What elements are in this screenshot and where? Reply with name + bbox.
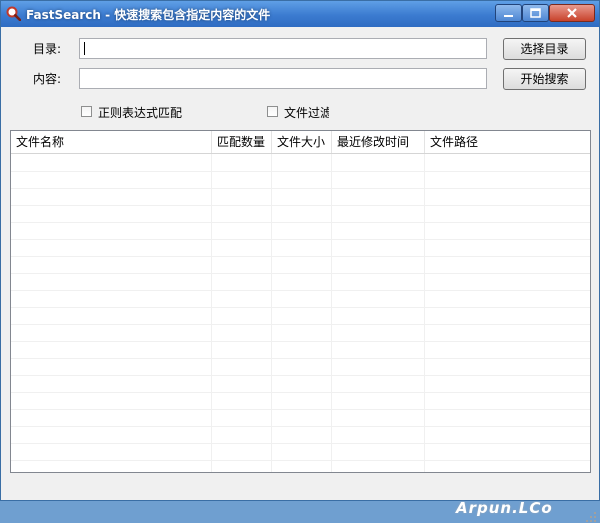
grid-line [11,375,590,376]
minimize-icon [504,15,513,17]
start-search-button[interactable]: 开始搜索 [503,68,586,90]
magnifier-icon [6,6,21,21]
grid-line [11,205,590,206]
grid-line [271,154,272,472]
directory-input[interactable] [79,38,487,59]
grid-line [11,273,590,274]
column-modified-time[interactable]: 最近修改时间 [332,131,425,153]
grid-line [11,409,590,410]
regex-checkbox-label: 正则表达式匹配 [98,106,183,120]
file-filter-option[interactable]: 文件过滤 [267,105,329,121]
grid-line [11,290,590,291]
content-label: 内容: [33,72,62,86]
window-title: FastSearch - 快速搜索包含指定内容的文件 [26,8,271,22]
content-input[interactable] [79,68,487,89]
grid-line [11,443,590,444]
grid-line [11,188,590,189]
grid-line [11,171,590,172]
text-caret [84,42,85,55]
grid-line [11,392,590,393]
directory-label: 目录: [33,42,62,56]
file-filter-checkbox-label: 文件过滤 [284,106,329,120]
watermark-text: Arpun.LCo [456,499,553,517]
grid-line [11,222,590,223]
main-window: FastSearch - 快速搜索包含指定内容的文件 目录: 选择目录 内容: … [0,0,600,522]
column-file-size[interactable]: 文件大小 [272,131,332,153]
close-button[interactable] [549,4,595,22]
results-list[interactable]: 文件名称 匹配数量 文件大小 最近修改时间 文件路径 [10,130,591,473]
minimize-button[interactable] [495,4,522,22]
column-file-name[interactable]: 文件名称 [11,131,212,153]
maximize-button[interactable] [522,4,549,22]
grid-line [11,324,590,325]
grid-line [11,460,590,461]
results-header: 文件名称 匹配数量 文件大小 最近修改时间 文件路径 [11,131,590,154]
column-file-path[interactable]: 文件路径 [425,131,590,153]
title-bar[interactable]: FastSearch - 快速搜索包含指定内容的文件 [1,1,599,27]
resize-grip-icon[interactable] [585,511,597,523]
grid-line [11,341,590,342]
column-match-count[interactable]: 匹配数量 [212,131,272,153]
choose-directory-button[interactable]: 选择目录 [503,38,586,60]
grid-line [11,239,590,240]
grid-line [11,256,590,257]
grid-line [424,154,425,472]
grid-line [11,307,590,308]
grid-line [331,154,332,472]
client-area: 目录: 选择目录 内容: 开始搜索 正则表达式匹配 文件过滤 文件名称 匹配数量… [1,27,599,522]
maximize-icon [530,8,541,18]
grid-line [11,426,590,427]
grid-line [211,154,212,472]
regex-option[interactable]: 正则表达式匹配 [81,105,191,121]
file-filter-checkbox[interactable] [267,106,278,117]
grid-line [11,358,590,359]
close-icon [567,8,577,18]
regex-checkbox[interactable] [81,106,92,117]
